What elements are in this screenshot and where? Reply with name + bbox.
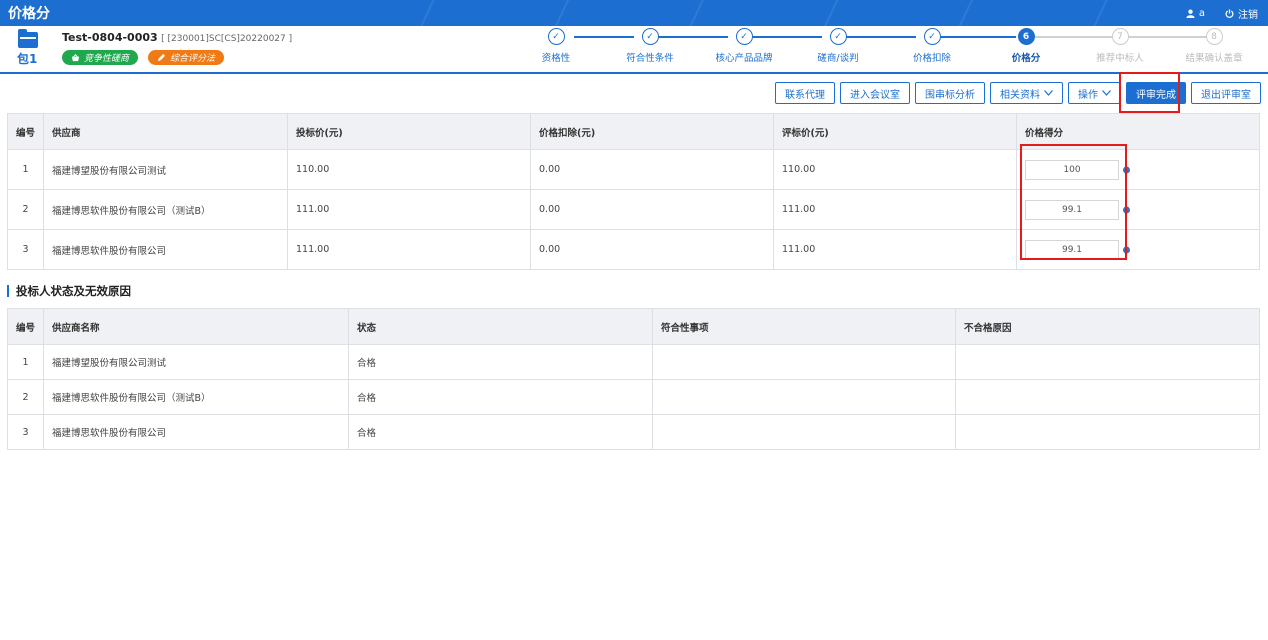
price-deduction: 0.00 (530, 149, 774, 190)
compliance-value (652, 344, 956, 380)
compliance-value (652, 414, 956, 450)
check-icon: ✓ (829, 28, 847, 45)
user-icon (1186, 9, 1195, 18)
supplier-name: 福建博望股份有限公司测试 (43, 344, 349, 380)
price-deduction: 0.00 (530, 229, 774, 270)
check-icon: ✓ (641, 28, 659, 45)
table-row: 2 福建博思软件股份有限公司（测试B） 合格 (7, 379, 1260, 415)
col-header: 编号 (7, 113, 44, 150)
step-number: 6 (1017, 28, 1035, 45)
col-header: 符合性事项 (652, 308, 956, 345)
user-menu[interactable]: a (1186, 8, 1205, 19)
bid-price: 111.00 (287, 229, 531, 270)
supplier-name: 福建博思软件股份有限公司 (43, 229, 288, 270)
evaluation-method-badge: 综合评分法 (148, 50, 225, 65)
step-qualification[interactable]: ✓ 资格性 (516, 28, 596, 64)
folder-icon (18, 29, 38, 48)
collusion-analysis-button[interactable]: 围串标分析 (915, 82, 985, 104)
package-indicator: 包1 (0, 26, 40, 72)
project-name: Test-0804-0003 (62, 31, 158, 44)
project-header: 包1 Test-0804-0003 [ [230001]SC[CS]202200… (0, 26, 1268, 74)
col-header: 编号 (7, 308, 44, 345)
step-compliance[interactable]: ✓ 符合性条件 (610, 28, 690, 64)
col-header: 供应商 (43, 113, 288, 150)
evaluation-price: 110.00 (773, 149, 1017, 190)
step-number: 7 (1111, 28, 1129, 45)
supplier-name: 福建博思软件股份有限公司（测试B） (43, 189, 288, 230)
progress-steps: ✓ 资格性 ✓ 符合性条件 ✓ 核心产品品牌 ✓ 磋商/谈判 ✓ 价格扣除 6 … (530, 28, 1260, 68)
pencil-icon (157, 53, 166, 62)
step-recommend-winner[interactable]: 7 推荐中标人 (1080, 28, 1160, 64)
contact-agent-button[interactable]: 联系代理 (775, 82, 835, 104)
user-name: a (1198, 7, 1205, 19)
check-icon: ✓ (547, 28, 565, 45)
package-label: 包1 (17, 52, 38, 66)
procurement-method-badge: 竞争性磋商 (62, 50, 139, 65)
bidder-status-table: 编号 供应商名称 状态 符合性事项 不合格原因 1 福建博望股份有限公司测试 合… (7, 308, 1260, 450)
chevron-down-icon (1044, 90, 1053, 96)
project-title: Test-0804-0003 [ [230001]SC[CS]20220027 … (62, 31, 292, 44)
step-price-deduction[interactable]: ✓ 价格扣除 (892, 28, 972, 64)
status-value: 合格 (348, 414, 653, 450)
col-header: 不合格原因 (955, 308, 1260, 345)
step-price-score[interactable]: 6 价格分 (986, 28, 1066, 64)
basket-icon (71, 53, 80, 61)
col-header: 供应商名称 (43, 308, 349, 345)
col-header: 状态 (348, 308, 653, 345)
col-header: 投标价(元) (287, 113, 531, 150)
operations-dropdown-button[interactable]: 操作 (1068, 82, 1121, 104)
enter-meeting-button[interactable]: 进入会议室 (840, 82, 910, 104)
table-row: 1 福建博望股份有限公司测试 合格 (7, 344, 1260, 380)
action-toolbar: 联系代理 进入会议室 围串标分析 相关资料 操作 评审完成 退出评审室 (775, 82, 1261, 104)
reason-value (955, 379, 1260, 415)
page-title: 价格分 (8, 6, 50, 22)
step-core-brand[interactable]: ✓ 核心产品品牌 (704, 28, 784, 64)
evaluation-price: 111.00 (773, 229, 1017, 270)
logout-link[interactable]: 注销 (1225, 6, 1258, 21)
supplier-name: 福建博思软件股份有限公司 (43, 414, 349, 450)
check-icon: ✓ (923, 28, 941, 45)
supplier-name: 福建博思软件股份有限公司（测试B） (43, 379, 349, 415)
step-negotiation[interactable]: ✓ 磋商/谈判 (798, 28, 878, 64)
price-deduction: 0.00 (530, 189, 774, 230)
highlight-box (1020, 144, 1127, 260)
reason-value (955, 414, 1260, 450)
bid-price: 110.00 (287, 149, 531, 190)
table-row: 3 福建博思软件股份有限公司 合格 (7, 414, 1260, 450)
compliance-value (652, 379, 956, 415)
reason-value (955, 344, 1260, 380)
supplier-name: 福建博望股份有限公司测试 (43, 149, 288, 190)
logout-label: 注销 (1238, 9, 1258, 21)
project-code: [ [230001]SC[CS]20220027 ] (161, 34, 293, 44)
materials-dropdown-button[interactable]: 相关资料 (990, 82, 1063, 104)
check-icon: ✓ (735, 28, 753, 45)
highlight-box (1119, 72, 1180, 113)
bid-price: 111.00 (287, 189, 531, 230)
evaluation-price: 111.00 (773, 189, 1017, 230)
exit-review-button[interactable]: 退出评审室 (1191, 82, 1261, 104)
col-header: 评标价(元) (773, 113, 1017, 150)
step-result-confirm[interactable]: 8 结果确认盖章 (1174, 28, 1254, 64)
col-header: 价格扣除(元) (530, 113, 774, 150)
section-title: 投标人状态及无效原因 (7, 285, 131, 297)
power-icon (1225, 8, 1234, 18)
status-value: 合格 (348, 344, 653, 380)
status-value: 合格 (348, 379, 653, 415)
step-number: 8 (1205, 28, 1223, 45)
chevron-down-icon (1102, 90, 1111, 96)
top-bar: 价格分 a 注销 (0, 0, 1268, 26)
